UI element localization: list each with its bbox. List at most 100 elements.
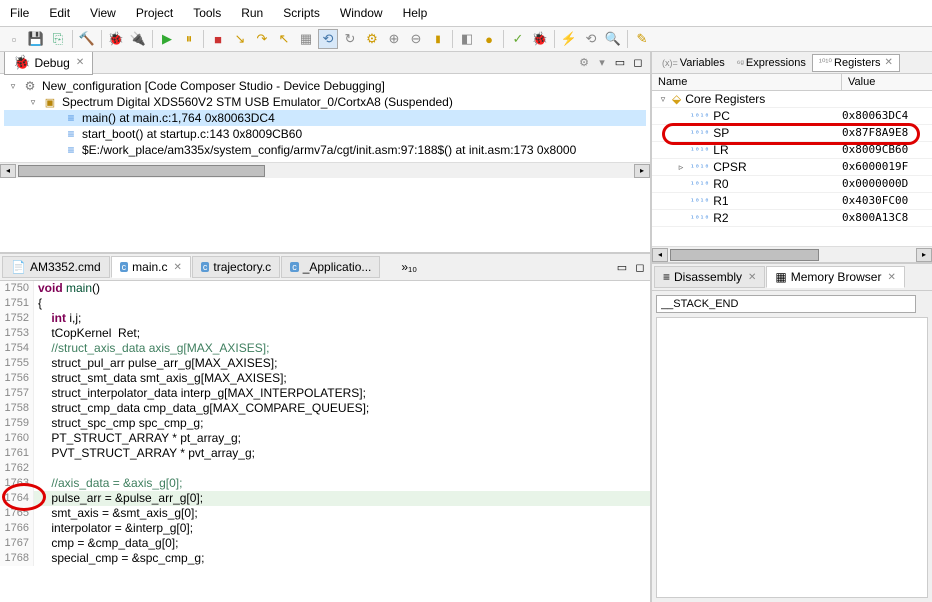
minimize-icon[interactable]: ▭ — [614, 259, 630, 275]
tab-icon: (x)= — [662, 58, 678, 68]
menu-help[interactable]: Help — [393, 2, 438, 24]
scroll-thumb[interactable] — [18, 165, 265, 177]
button-f[interactable]: ✓ — [508, 29, 528, 49]
save-all-button[interactable]: ⎘ — [48, 29, 68, 49]
scroll-left-button[interactable]: ◂ — [652, 248, 668, 262]
scroll-right-button[interactable]: ▸ — [916, 248, 932, 262]
maximize-icon[interactable]: ◻ — [632, 259, 648, 275]
menu-scripts[interactable]: Scripts — [273, 2, 330, 24]
button-j[interactable]: 🔍 — [603, 29, 623, 49]
tab-icon: ▦ — [775, 270, 786, 284]
debug-menu-icon[interactable]: ▾ — [594, 55, 610, 71]
new-button[interactable]: ▫ — [4, 29, 24, 49]
vars-tab-expressions[interactable]: ⁶ᵍ Expressions — [731, 55, 812, 71]
menu-tools[interactable]: Tools — [183, 2, 231, 24]
debug-button[interactable]: 🐞 — [106, 29, 126, 49]
connect-button[interactable]: 🔌 — [128, 29, 148, 49]
editor-tab[interactable]: cmain.c✕ — [111, 256, 191, 278]
debug-tree[interactable]: ▿⚙New_configuration [Code Composer Studi… — [0, 74, 650, 162]
regs-h-scrollbar[interactable]: ◂ ▸ — [652, 246, 932, 262]
terminate-button[interactable]: ⚙ — [362, 29, 382, 49]
h-scrollbar[interactable]: ◂ ▸ — [0, 162, 650, 178]
register-row[interactable]: ¹⁰¹⁰ PC0x80063DC4 — [652, 108, 932, 125]
tree-row[interactable]: ≡main() at main.c:1,764 0x80063DC4 — [4, 110, 646, 126]
button-d[interactable]: ◧ — [457, 29, 477, 49]
close-icon[interactable]: ✕ — [887, 272, 895, 283]
br-tab[interactable]: ≡Disassembly✕ — [654, 266, 765, 288]
editor-tab[interactable]: 📄AM3352.cmd — [2, 256, 110, 278]
button-a[interactable]: ⊕ — [384, 29, 404, 49]
resume-button[interactable]: ▶ — [157, 29, 177, 49]
tree-row[interactable]: ≡start_boot() at startup.c:143 0x8009CB6… — [4, 126, 646, 142]
scroll-left-button[interactable]: ◂ — [0, 164, 16, 178]
scroll-thumb[interactable] — [670, 249, 819, 261]
close-icon[interactable]: ✕ — [885, 57, 893, 68]
close-icon[interactable]: ✕ — [748, 272, 756, 283]
button-c[interactable]: ▮ — [428, 29, 448, 49]
editor-tab[interactable]: c_Applicatio... — [281, 256, 380, 278]
code-line: //axis_data = &axis_g[0]; — [34, 476, 182, 491]
expand-toggle[interactable]: ▿ — [28, 97, 38, 108]
pause-button[interactable]: ⏸ — [179, 29, 199, 49]
restart-button[interactable]: ⟲ — [318, 29, 338, 49]
register-name: PC — [713, 109, 730, 123]
step-over-button[interactable]: ↷ — [252, 29, 272, 49]
br-tab[interactable]: ▦Memory Browser✕ — [766, 266, 904, 288]
register-icon: ¹⁰¹⁰ — [690, 146, 709, 155]
button-e[interactable]: ● — [479, 29, 499, 49]
register-row[interactable]: ¹⁰¹⁰ R00x0000000D — [652, 176, 932, 193]
toolbar: ▫ 💾 ⎘ 🔨 🐞 🔌 ▶ ⏸ ■ ↘ ↷ ↖ ▦ ⟲ ↻ ⚙ ⊕ ⊖ ▮ ◧ … — [0, 27, 932, 52]
register-row[interactable]: ¹⁰¹⁰ R20x800A13C8 — [652, 210, 932, 227]
register-row[interactable]: ¹⁰¹⁰ SP0x87F8A9E8 — [652, 125, 932, 142]
menu-edit[interactable]: Edit — [39, 2, 80, 24]
maximize-icon[interactable]: ◻ — [630, 55, 646, 71]
code-editor[interactable]: 1750void main()1751{1752 int i,j;1753 tC… — [0, 281, 650, 602]
registers-table[interactable]: ▿⬙ Core Registers¹⁰¹⁰ PC0x80063DC4¹⁰¹⁰ S… — [652, 91, 932, 246]
name-column-header[interactable]: Name — [652, 74, 842, 90]
minimize-icon[interactable]: ▭ — [612, 55, 628, 71]
value-column-header[interactable]: Value — [842, 74, 932, 90]
button-b[interactable]: ⊖ — [406, 29, 426, 49]
code-line: struct_cmp_data cmp_data_g[MAX_COMPARE_Q… — [34, 401, 369, 416]
register-name: LR — [713, 143, 728, 157]
vars-tab-variables[interactable]: (x)= Variables — [656, 55, 731, 71]
button-g[interactable]: 🐞 — [530, 29, 550, 49]
register-row[interactable]: ▹¹⁰¹⁰ CPSR0x6000019F — [652, 159, 932, 176]
button-i[interactable]: ⟲ — [581, 29, 601, 49]
editor-tab[interactable]: ctrajectory.c — [192, 256, 280, 278]
button-k[interactable]: ✎ — [632, 29, 652, 49]
vars-tab-registers[interactable]: ¹⁰¹⁰ Registers ✕ — [812, 54, 900, 72]
register-row[interactable]: ¹⁰¹⁰ LR0x8009CB60 — [652, 142, 932, 159]
reset-button[interactable]: ↻ — [340, 29, 360, 49]
step-asm-button[interactable]: ▦ — [296, 29, 316, 49]
debug-tab[interactable]: 🐞 Debug ✕ — [4, 52, 93, 75]
build-button[interactable]: 🔨 — [77, 29, 97, 49]
tree-row[interactable]: ▿▣Spectrum Digital XDS560V2 STM USB Emul… — [4, 94, 646, 110]
menu-file[interactable]: File — [0, 2, 39, 24]
close-icon[interactable]: ✕ — [76, 57, 84, 68]
register-row[interactable]: ¹⁰¹⁰ R10x4030FC00 — [652, 193, 932, 210]
tree-label: start_boot() at startup.c:143 0x8009CB60 — [82, 127, 302, 141]
more-tabs-button[interactable]: »₁₀ — [401, 260, 417, 274]
expand-toggle[interactable]: ▿ — [8, 81, 18, 92]
expand-toggle[interactable]: ▹ — [676, 162, 686, 173]
menu-run[interactable]: Run — [231, 2, 273, 24]
debug-toolbar-icon[interactable]: ⚙ — [576, 55, 592, 71]
button-h[interactable]: ⚡ — [559, 29, 579, 49]
close-icon[interactable]: ✕ — [174, 262, 182, 273]
stop-button[interactable]: ■ — [208, 29, 228, 49]
menu-view[interactable]: View — [80, 2, 126, 24]
scroll-right-button[interactable]: ▸ — [634, 164, 650, 178]
menu-project[interactable]: Project — [126, 2, 183, 24]
save-button[interactable]: 💾 — [26, 29, 46, 49]
memory-address-input[interactable] — [656, 295, 916, 313]
step-into-button[interactable]: ↘ — [230, 29, 250, 49]
tree-row[interactable]: ▿⚙New_configuration [Code Composer Studi… — [4, 78, 646, 94]
vars-tabs: (x)= Variables⁶ᵍ Expressions¹⁰¹⁰ Registe… — [652, 52, 932, 74]
expand-toggle[interactable]: ▿ — [658, 94, 668, 105]
register-group[interactable]: ▿⬙ Core Registers — [652, 91, 932, 108]
memory-content[interactable] — [656, 317, 928, 598]
step-return-button[interactable]: ↖ — [274, 29, 294, 49]
tree-row[interactable]: ≡$E:/work_place/am335x/system_config/arm… — [4, 142, 646, 158]
menu-window[interactable]: Window — [330, 2, 393, 24]
